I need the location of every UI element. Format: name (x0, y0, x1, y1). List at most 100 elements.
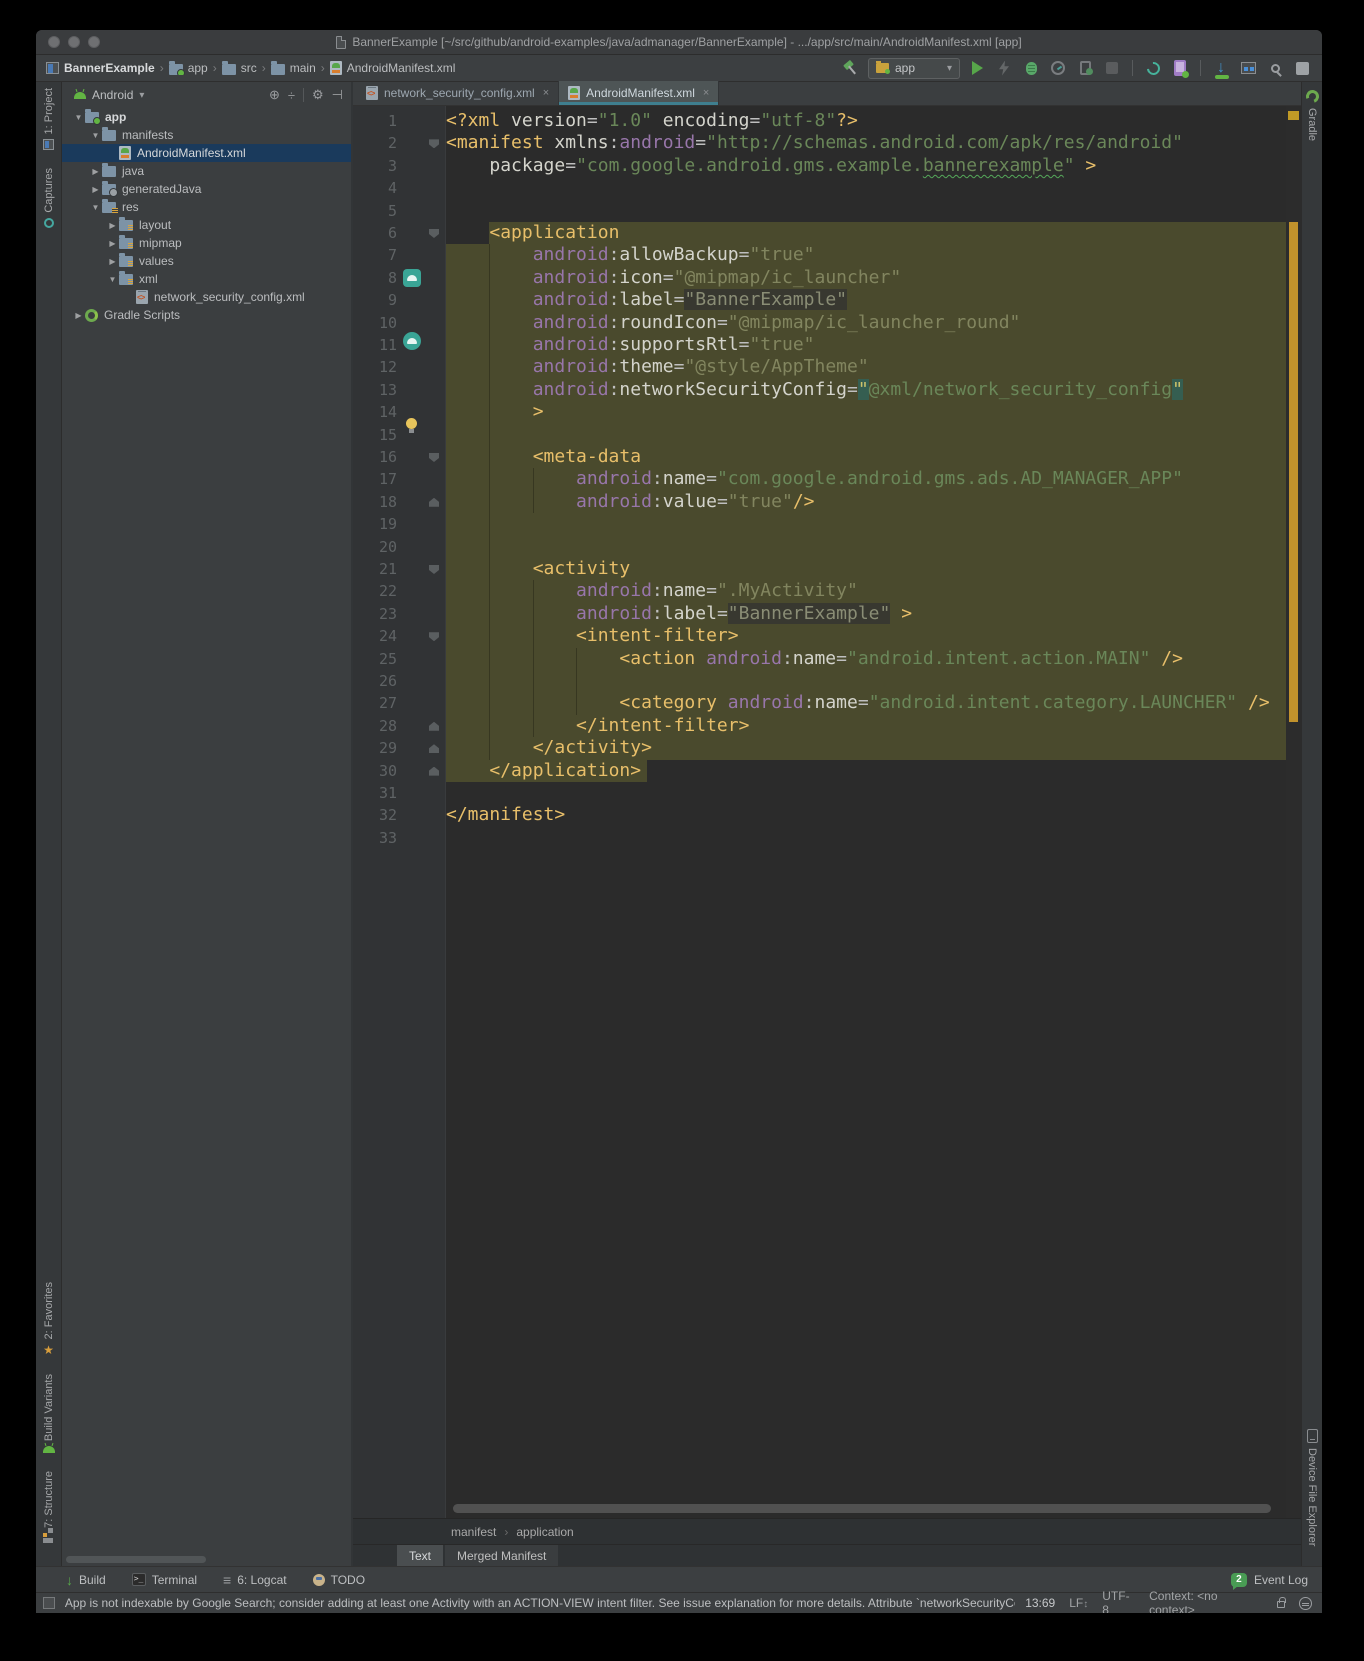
build-hammer-button[interactable] (841, 58, 861, 78)
fold-close-marker[interactable] (429, 767, 439, 776)
arrow-collapsed-icon[interactable]: ▶ (106, 221, 119, 230)
fold-open-marker[interactable] (429, 632, 439, 641)
code-line-12[interactable]: android:theme="@style/AppTheme" (446, 356, 1286, 378)
line-separator-indicator[interactable]: LF↕ (1069, 1596, 1088, 1610)
code-line-19[interactable] (446, 513, 1286, 535)
code-line-24[interactable]: <intent-filter> (446, 625, 1286, 647)
arrow-expanded-icon[interactable]: ▼ (72, 113, 85, 122)
toolbar-window-button[interactable] (1292, 58, 1312, 78)
warning-marker[interactable] (1288, 111, 1299, 120)
fold-open-marker[interactable] (429, 453, 439, 462)
project-scrollbar[interactable] (66, 1556, 206, 1563)
code-line-6[interactable]: <application (446, 222, 1286, 244)
code-line-33[interactable] (446, 827, 1286, 849)
editor-tab-network_security_config.xml[interactable]: network_security_config.xml× (357, 81, 559, 105)
arrow-collapsed-icon[interactable]: ▶ (106, 257, 119, 266)
code-line-27[interactable]: <category android:name="android.intent.c… (446, 692, 1286, 714)
zoom-window-button[interactable] (88, 36, 100, 48)
fold-open-marker[interactable] (429, 229, 439, 238)
minimize-window-button[interactable] (68, 36, 80, 48)
code-line-4[interactable] (446, 177, 1286, 199)
breadcrumb-item-app[interactable]: app (169, 61, 208, 75)
code-line-15[interactable] (446, 424, 1286, 446)
tool-window-button-2-favorites[interactable]: 2: Favorites★ (43, 1282, 55, 1356)
editor-breadcrumb-application[interactable]: application (516, 1525, 573, 1539)
code-line-5[interactable] (446, 200, 1286, 222)
lock-icon[interactable] (1277, 1601, 1286, 1608)
event-log-button[interactable]: 2 Event Log (1231, 1573, 1308, 1587)
editor-breadcrumb-manifest[interactable]: manifest (451, 1525, 496, 1539)
run-configuration-select[interactable]: app ▾ (868, 58, 960, 79)
encoding-indicator[interactable]: UTF-8 (1102, 1589, 1135, 1613)
tree-item-app[interactable]: ▼app (62, 108, 351, 126)
fold-close-marker[interactable] (429, 498, 439, 507)
code-line-14[interactable]: > (446, 401, 1286, 423)
mode-tab-text[interactable]: Text (397, 1545, 443, 1566)
tool-window-button-6-logcat[interactable]: ≡6: Logcat (223, 1573, 287, 1587)
fold-close-marker[interactable] (429, 722, 439, 731)
code-line-9[interactable]: android:label="BannerExample" (446, 289, 1286, 311)
caret-position[interactable]: 13:69 (1025, 1596, 1055, 1610)
tree-item-values[interactable]: ▶values (62, 252, 351, 270)
tool-window-button-1-project[interactable]: 1: Project (43, 88, 55, 150)
code-line-32[interactable]: </manifest> (446, 804, 1286, 826)
tree-item-mipmap[interactable]: ▶mipmap (62, 234, 351, 252)
highlight-range-marker[interactable] (1289, 222, 1298, 722)
lightbulb-icon[interactable] (403, 417, 421, 435)
project-structure-button[interactable] (1238, 58, 1258, 78)
code-line-2[interactable]: <manifest xmlns:android="http://schemas.… (446, 132, 1286, 154)
breadcrumb-item-AndroidManifest.xml[interactable]: AndroidManifest.xml (330, 61, 456, 75)
profile-button[interactable] (1048, 58, 1068, 78)
attach-debugger-button[interactable] (1075, 58, 1095, 78)
breadcrumb-item-src[interactable]: src (222, 61, 257, 75)
code-line-26[interactable] (446, 670, 1286, 692)
project-view-selector[interactable]: Android (92, 88, 133, 102)
arrow-collapsed-icon[interactable]: ▶ (72, 311, 85, 320)
apply-changes-button[interactable] (994, 58, 1014, 78)
tree-item-layout[interactable]: ▶layout (62, 216, 351, 234)
tool-window-button-device-file-explorer[interactable]: Device File Explorer (1306, 1429, 1318, 1546)
tree-item-gradle-scripts[interactable]: ▶Gradle Scripts (62, 306, 351, 324)
arrow-expanded-icon[interactable]: ▼ (89, 131, 102, 140)
arrow-collapsed-icon[interactable]: ▶ (89, 167, 102, 176)
code-line-28[interactable]: </intent-filter> (446, 715, 1286, 737)
tree-item-xml[interactable]: ▼xml (62, 270, 351, 288)
tool-window-button-captures[interactable]: Captures (43, 168, 55, 228)
arrow-collapsed-icon[interactable]: ▶ (106, 239, 119, 248)
context-indicator[interactable]: Context: <no context> (1149, 1589, 1262, 1613)
tool-window-button-7-structure[interactable]: 7: Structure (43, 1471, 55, 1544)
arrow-collapsed-icon[interactable]: ▶ (89, 185, 102, 194)
code-line-7[interactable]: android:allowBackup="true" (446, 244, 1286, 266)
close-tab-icon[interactable]: × (543, 87, 549, 99)
code-line-10[interactable]: android:roundIcon="@mipmap/ic_launcher_r… (446, 312, 1286, 334)
arrow-expanded-icon[interactable]: ▼ (89, 203, 102, 212)
tree-item-java[interactable]: ▶java (62, 162, 351, 180)
status-message[interactable]: App is not indexable by Google Search; c… (65, 1596, 1015, 1610)
code-line-31[interactable] (446, 782, 1286, 804)
mode-tab-merged-manifest[interactable]: Merged Manifest (445, 1545, 558, 1566)
fold-open-marker[interactable] (429, 565, 439, 574)
tool-window-button-build-variants[interactable]: Build Variants (43, 1374, 55, 1453)
code-line-13[interactable]: android:networkSecurityConfig="@xml/netw… (446, 379, 1286, 401)
collapse-all-button[interactable]: ÷ (288, 88, 295, 103)
editor-hscrollbar[interactable] (453, 1504, 1271, 1513)
arrow-expanded-icon[interactable]: ▼ (106, 275, 119, 284)
code-line-20[interactable] (446, 536, 1286, 558)
tool-window-button-build[interactable]: ↓Build (66, 1573, 106, 1587)
run-button[interactable] (967, 58, 987, 78)
locate-file-button[interactable]: ⊕ (269, 87, 280, 103)
sync-project-button[interactable] (1143, 58, 1163, 78)
tree-item-androidmanifest-xml[interactable]: AndroidManifest.xml (62, 144, 351, 162)
code-line-30[interactable]: </application> (446, 760, 1286, 782)
tree-item-res[interactable]: ▼res (62, 198, 351, 216)
code-line-21[interactable]: <activity (446, 558, 1286, 580)
fold-close-marker[interactable] (429, 744, 439, 753)
settings-gear-button[interactable]: ⚙ (312, 87, 324, 103)
tree-item-generatedjava[interactable]: ▶generatedJava (62, 180, 351, 198)
breadcrumb-item-main[interactable]: main (271, 61, 316, 75)
tree-item-network-security-config-xml[interactable]: network_security_config.xml (62, 288, 351, 306)
tool-window-toggle-icon[interactable] (43, 1597, 55, 1609)
search-everywhere-button[interactable] (1265, 58, 1285, 78)
hide-panel-button[interactable]: ⊣ (332, 87, 343, 103)
code-line-25[interactable]: <action android:name="android.intent.act… (446, 648, 1286, 670)
